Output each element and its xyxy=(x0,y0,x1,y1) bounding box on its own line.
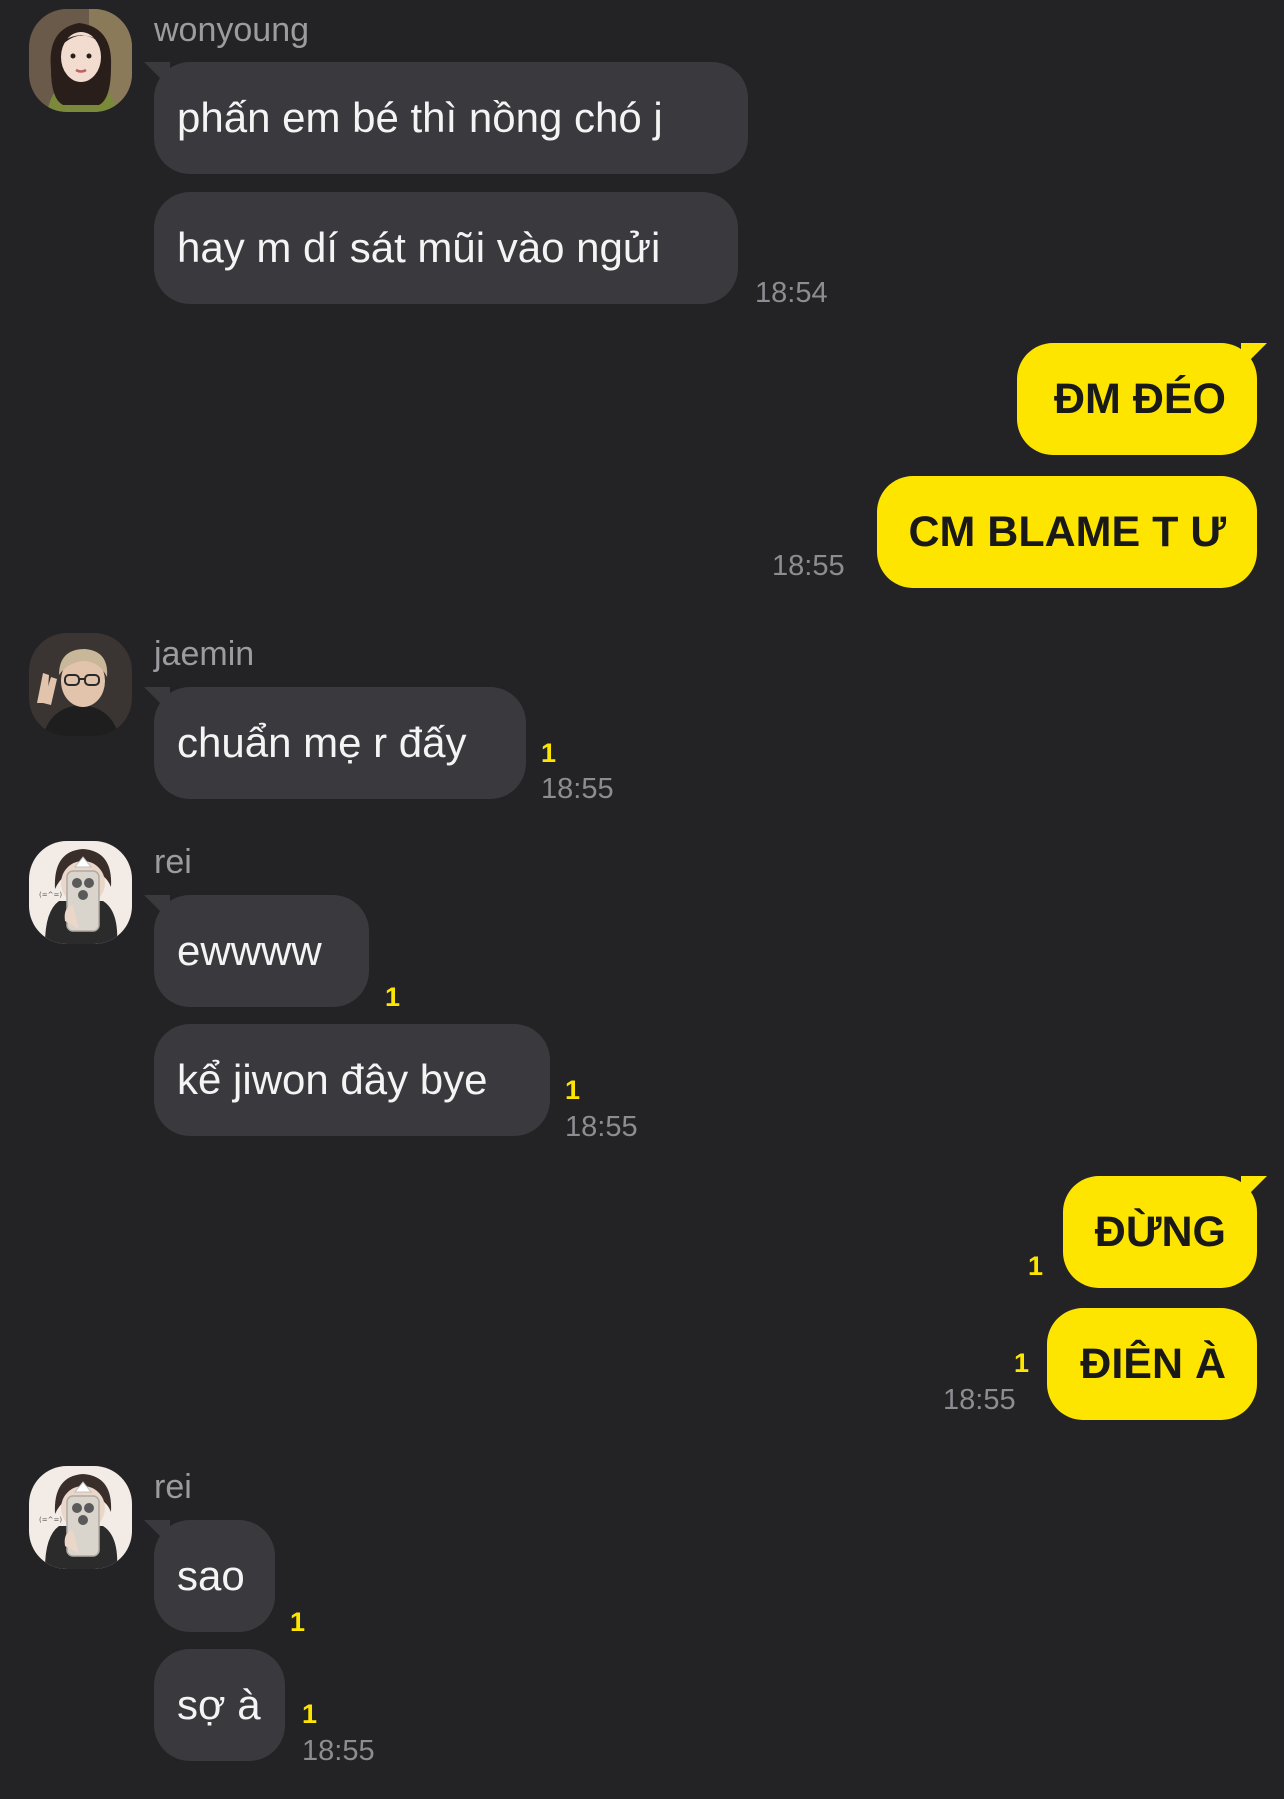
message-timestamp: 18:55 xyxy=(565,1111,638,1143)
profile-avatar-rei-icon: (=^=) xyxy=(29,841,132,944)
unread-count: 1 xyxy=(385,982,401,1012)
unread-count: 1 xyxy=(1028,1251,1044,1281)
message-bubble[interactable]: chuẩn mẹ r đấy xyxy=(144,687,526,799)
unread-count: 1 xyxy=(290,1607,306,1637)
message-timestamp: 18:55 xyxy=(943,1384,1016,1416)
unread-count: 1 xyxy=(302,1699,318,1729)
unread-count: 1 xyxy=(565,1075,581,1105)
sender-name: jaemin xyxy=(154,635,255,673)
profile-avatar-jaemin-icon xyxy=(29,633,132,736)
message-bubble[interactable]: kể jiwon đây bye xyxy=(154,1024,550,1136)
message-bubble[interactable]: sợ à xyxy=(154,1649,285,1761)
message-bubble[interactable]: ĐỪNG xyxy=(1063,1176,1267,1288)
message-bubble[interactable]: phấn em bé thì nồng chó j xyxy=(144,62,748,174)
sender-name: wonyoung xyxy=(154,11,310,49)
message-timestamp: 18:54 xyxy=(755,277,828,309)
avatar-wonyoung[interactable] xyxy=(29,9,132,112)
svg-text:(=^=): (=^=) xyxy=(39,891,62,899)
svg-text:(=^=): (=^=) xyxy=(39,1516,62,1524)
message-bubble[interactable]: ewwww xyxy=(144,895,369,1007)
chat-message-list[interactable]: wonyoung phấn em bé thì nồng chó j hay m… xyxy=(0,0,1284,1799)
unread-count: 1 xyxy=(541,738,557,768)
profile-avatar-rei-icon: (=^=) xyxy=(29,1466,132,1569)
avatar-rei[interactable]: (=^=) xyxy=(29,841,132,944)
avatar-rei[interactable]: (=^=) xyxy=(29,1466,132,1569)
profile-avatar-wonyoung-icon xyxy=(29,9,132,112)
message-bubble[interactable]: CM BLAME T Ư xyxy=(877,476,1257,588)
message-timestamp: 18:55 xyxy=(541,773,614,805)
sender-name: rei xyxy=(154,843,192,881)
message-bubble[interactable]: ĐM ĐÉO xyxy=(1017,343,1267,455)
sender-name: rei xyxy=(154,1468,192,1506)
message-bubble[interactable]: sao xyxy=(144,1520,275,1632)
message-timestamp: 18:55 xyxy=(772,550,845,582)
message-bubble[interactable]: hay m dí sát mũi vào ngửi xyxy=(154,192,738,304)
message-bubble[interactable]: ĐIÊN À xyxy=(1047,1308,1257,1420)
avatar-jaemin[interactable] xyxy=(29,633,132,736)
message-timestamp: 18:55 xyxy=(302,1735,375,1767)
unread-count: 1 xyxy=(1014,1348,1030,1378)
